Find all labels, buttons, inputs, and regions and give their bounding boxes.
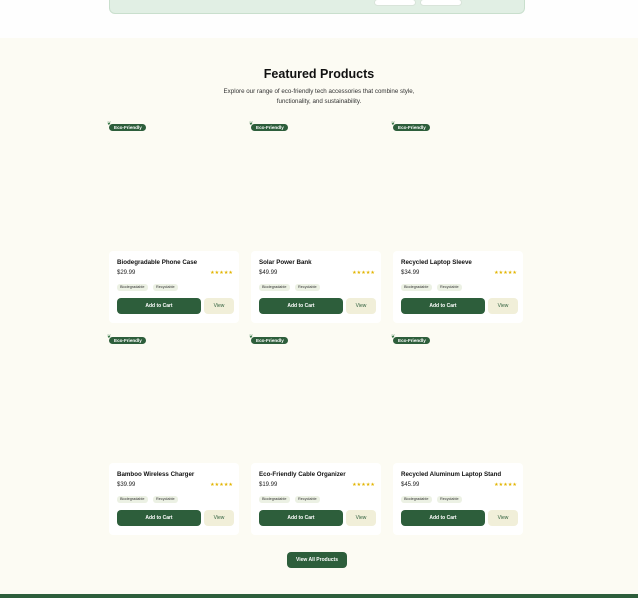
product-price: $19.99 [259,482,278,488]
tag-biodegradable: Biodegradable [401,496,432,503]
view-button[interactable]: View [204,510,234,526]
tag-recyclable: Recyclable [153,284,178,291]
add-to-cart-button[interactable]: Add to Cart [401,298,485,314]
tag-recyclable: Recyclable [295,496,320,503]
product-info: Bamboo Wireless Charger $39.99 ★★★★★ Bio… [109,463,239,535]
add-to-cart-button[interactable]: Add to Cart [117,298,201,314]
tag-biodegradable: Biodegradable [401,284,432,291]
leaf-icon: ❦ [391,334,396,340]
product-price: $29.99 [117,270,136,276]
leaf-icon: ❦ [249,121,254,127]
product-price: $39.99 [117,482,136,488]
product-name[interactable]: Recycled Aluminum Laptop Stand [401,471,501,478]
product-card[interactable]: ❦ Eco-Friendly Recycled Aluminum Laptop S… [391,334,523,535]
product-name[interactable]: Recycled Laptop Sleeve [401,259,472,266]
tag-biodegradable: Biodegradable [259,496,290,503]
view-all-products-button[interactable]: View All Products [287,552,347,568]
product-card[interactable]: ❦ Eco-Friendly Solar Power Bank $49.99 ★★… [249,121,381,323]
product-name[interactable]: Solar Power Bank [259,259,312,266]
tag-biodegradable: Biodegradable [117,496,148,503]
product-price: $45.99 [401,482,420,488]
product-card[interactable]: ❦ Eco-Friendly Biodegradable Phone Case $… [107,121,239,323]
add-to-cart-button[interactable]: Add to Cart [401,510,485,526]
product-info: Recycled Laptop Sleeve $34.99 ★★★★★ Biod… [393,251,523,323]
product-card[interactable]: ❦ Eco-Friendly Recycled Laptop Sleeve $34… [391,121,523,323]
newsletter-section [0,0,638,38]
product-info: Solar Power Bank $49.99 ★★★★★ Biodegrada… [251,251,381,323]
leaf-icon: ❦ [391,121,396,127]
view-button[interactable]: View [488,298,518,314]
tag-recyclable: Recyclable [437,496,462,503]
newsletter-box [109,0,525,14]
footer-top-border [0,594,638,598]
eco-badge: ❦ Eco-Friendly [249,334,288,344]
leaf-icon: ❦ [249,334,254,340]
leaf-icon: ❦ [107,334,112,340]
rating-stars-icon: ★★★★★ [494,270,517,276]
newsletter-subscribe-button[interactable] [420,0,462,6]
view-button[interactable]: View [346,298,376,314]
tag-recyclable: Recyclable [153,496,178,503]
rating-stars-icon: ★★★★★ [210,482,233,488]
product-info: Biodegradable Phone Case $29.99 ★★★★★ Bi… [109,251,239,323]
leaf-icon: ❦ [107,121,112,127]
add-to-cart-button[interactable]: Add to Cart [117,510,201,526]
section-subtitle: Explore our range of eco-friendly tech a… [223,88,415,105]
eco-badge: ❦ Eco-Friendly [107,121,146,131]
tag-recyclable: Recyclable [295,284,320,291]
view-button[interactable]: View [488,510,518,526]
product-price: $49.99 [259,270,278,276]
view-button[interactable]: View [204,298,234,314]
product-info: Recycled Aluminum Laptop Stand $45.99 ★★… [393,463,523,535]
newsletter-email-input[interactable] [374,0,416,6]
tag-recyclable: Recyclable [437,284,462,291]
add-to-cart-button[interactable]: Add to Cart [259,510,343,526]
add-to-cart-button[interactable]: Add to Cart [259,298,343,314]
tag-biodegradable: Biodegradable [117,284,148,291]
rating-stars-icon: ★★★★★ [352,270,375,276]
product-card[interactable]: ❦ Eco-Friendly Bamboo Wireless Charger $3… [107,334,239,535]
product-name[interactable]: Biodegradable Phone Case [117,259,197,266]
section-title: Featured Products [263,67,375,81]
product-info: Eco-Friendly Cable Organizer $19.99 ★★★★… [251,463,381,535]
rating-stars-icon: ★★★★★ [494,482,517,488]
eco-badge: ❦ Eco-Friendly [391,121,430,131]
product-card[interactable]: ❦ Eco-Friendly Eco-Friendly Cable Organiz… [249,334,381,535]
rating-stars-icon: ★★★★★ [210,270,233,276]
view-button[interactable]: View [346,510,376,526]
eco-badge: ❦ Eco-Friendly [249,121,288,131]
product-name[interactable]: Bamboo Wireless Charger [117,471,194,478]
product-name[interactable]: Eco-Friendly Cable Organizer [259,471,346,478]
rating-stars-icon: ★★★★★ [352,482,375,488]
eco-badge: ❦ Eco-Friendly [107,334,146,344]
tag-biodegradable: Biodegradable [259,284,290,291]
product-price: $34.99 [401,270,420,276]
eco-badge: ❦ Eco-Friendly [391,334,430,344]
